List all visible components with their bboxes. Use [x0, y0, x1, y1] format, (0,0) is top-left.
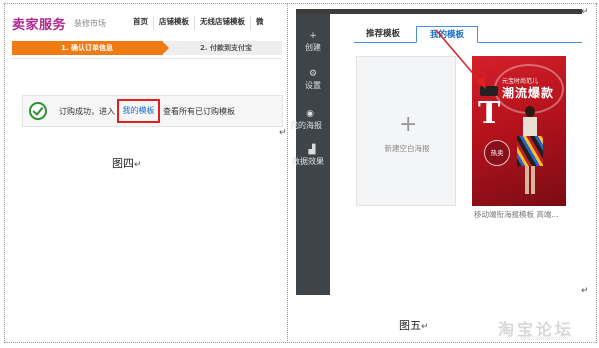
model-top [523, 117, 537, 137]
top-bar [296, 9, 582, 14]
step-confirm-order: 1. 确认订单信息 [12, 41, 169, 55]
watermark-url: bbs.taobao.com [520, 335, 569, 342]
paragraph-mark: ↵ [421, 322, 429, 332]
divider [10, 58, 282, 59]
sidebar-item-label: 数据效果 [292, 157, 324, 166]
sidebar-item-settings[interactable]: ⚙ 设置 [296, 70, 330, 91]
caption-figure-5: 图五↵ [399, 317, 429, 333]
tab-recommended-templates[interactable]: 推荐模板 [354, 26, 412, 43]
paragraph-mark: ↵ [134, 160, 142, 170]
nav-item-home[interactable]: 首页 [128, 16, 153, 30]
new-blank-poster-label: 新建空白海报 [384, 144, 430, 153]
shop-header: 卖家服务 装修市场 首页 店铺模板 无线店铺模板 微 [10, 10, 282, 36]
chart-icon: ▟ [308, 145, 316, 155]
table-border-right [596, 3, 597, 343]
sidebar-item-label: 创建 [305, 43, 321, 52]
step-pay-alipay: 2. 付款到支付宝 [200, 44, 252, 52]
fashion-model-figure [516, 106, 544, 198]
check-circle-icon [29, 102, 47, 120]
nav-item-truncated[interactable]: 微 [250, 16, 269, 30]
success-text-prefix: 订购成功，进入 [59, 107, 115, 116]
sidebar-item-create[interactable]: + 创建 [296, 32, 330, 53]
table-border-middle [287, 3, 288, 343]
my-templates-link[interactable]: 我的模板 [117, 99, 160, 123]
success-text-suffix: 查看所有已订购模板 [163, 107, 235, 116]
top-nav: 首页 店铺模板 无线店铺模板 微 [128, 16, 269, 30]
model-legs [525, 166, 535, 194]
gear-icon: ⚙ [309, 69, 318, 79]
sidebar-item-data-effect[interactable]: ▟ 数据效果 [292, 146, 332, 167]
table-border-left [4, 3, 5, 343]
paragraph-mark: ↵ [279, 128, 287, 138]
caption-text: 图四 [112, 157, 134, 170]
red-arrow-annotation [435, 29, 486, 89]
sidebar-item-label: 我的海报 [290, 121, 322, 130]
brand-subtitle: 装修市场 [74, 19, 106, 28]
poster-template-caption: 移动端衔海报模板 高端... [474, 210, 559, 219]
paragraph-mark: ↵ [581, 286, 589, 296]
sidebar-item-my-posters[interactable]: ◉ 我的海报 [290, 110, 330, 131]
sidebar: + 创建 ⚙ 设置 ◉ 我的海报 ▟ 数据效果 [290, 14, 330, 295]
nav-item-shop-templates[interactable]: 店铺模板 [153, 16, 194, 30]
plus-icon: + [309, 31, 317, 41]
eye-icon: ◉ [306, 109, 314, 119]
caption-text: 图五 [399, 319, 421, 332]
plus-icon: + [399, 112, 418, 137]
paragraph-mark: ↵ [581, 7, 589, 17]
success-message-bar: 订购成功，进入 我的模板 查看所有已订购模板 [22, 95, 283, 127]
model-skirt [517, 136, 543, 166]
nav-item-wireless-templates[interactable]: 无线店铺模板 [194, 16, 250, 30]
poster-letter-decoration: T [478, 96, 501, 131]
order-success-screenshot: 卖家服务 装修市场 首页 店铺模板 无线店铺模板 微 1. 确认订单信息 2. … [10, 10, 282, 88]
checkout-steps: 1. 确认订单信息 2. 付款到支付宝 [12, 41, 282, 55]
caption-figure-4: 图四↵ [112, 155, 142, 171]
sidebar-item-label: 设置 [305, 81, 321, 90]
poster-title: 潮流爆款 [502, 86, 555, 100]
brand-logo[interactable]: 卖家服务 [12, 14, 66, 33]
model-head [525, 106, 535, 117]
poster-badge: 热卖 [484, 140, 510, 166]
